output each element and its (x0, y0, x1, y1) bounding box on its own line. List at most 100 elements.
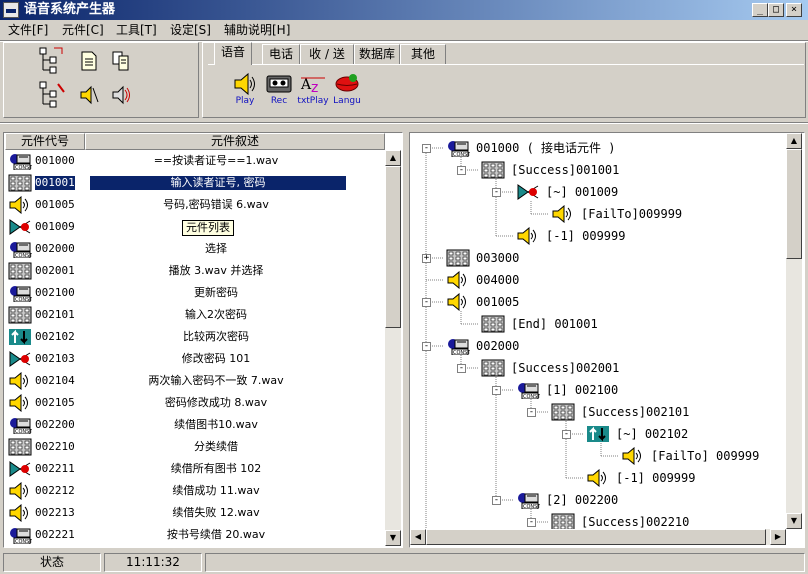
list-item[interactable]: 002001 播放 3.wav 并选择 (6, 260, 344, 282)
menu-help[interactable]: 辅助说明[H] (224, 22, 290, 38)
list-item[interactable]: CONST 002000 选择 (6, 238, 344, 260)
tree-node-label: [1] 002100 (546, 383, 619, 397)
list-item[interactable]: CONST 002221 按书号续借 20.wav (6, 524, 344, 546)
tree-scroll-up-button[interactable]: ▲ (786, 133, 802, 149)
grid-component-icon (8, 262, 32, 280)
status-message (205, 553, 805, 572)
tab-other[interactable]: 其他 (400, 44, 446, 64)
tree-scroll-thumb[interactable] (786, 149, 802, 259)
list-item-description: 输入读者证号, 密码 (90, 176, 346, 190)
tree-edit-icon[interactable] (38, 80, 66, 111)
tree-scroll-right-button[interactable]: ▶ (770, 529, 786, 545)
txtplay-button[interactable]: Az txtPlay (295, 72, 331, 112)
list-item-code: 001009 (35, 220, 75, 233)
list-item-code: 002000 (35, 242, 75, 255)
phone-component-icon: CONST (446, 337, 471, 356)
collapse-icon[interactable]: - (457, 364, 466, 373)
tree-scroll-left-button[interactable]: ◀ (410, 529, 426, 545)
collapse-icon[interactable]: - (422, 144, 431, 153)
menu-file[interactable]: 文件[F] (8, 22, 48, 38)
menu-component[interactable]: 元件[C] (62, 22, 104, 38)
list-item[interactable]: 002212 续借成功 11.wav (6, 480, 344, 502)
expand-icon[interactable]: + (422, 254, 431, 263)
list-item-description: 续借失败 12.wav (172, 506, 260, 519)
rec-label: Rec (270, 96, 288, 106)
list-item[interactable]: 001009 (6, 216, 344, 238)
tree-node-label: 002000 (476, 339, 520, 353)
status-clock: 11:11:32 (104, 553, 202, 572)
list-item[interactable]: 002104 两次输入密码不一致 7.wav (6, 370, 344, 392)
app-icon[interactable] (3, 2, 19, 18)
column-header-description[interactable]: 元件叙述 (85, 133, 385, 150)
list-item-code: 002104 (35, 374, 75, 387)
fork-component-icon (516, 183, 540, 201)
list-item[interactable]: 002211 续借所有图书 102 (6, 458, 344, 480)
copy-tool-icon[interactable] (110, 50, 132, 75)
collapse-icon[interactable]: - (527, 408, 536, 417)
rec-button[interactable]: Rec (261, 72, 297, 112)
sound-settings-icon[interactable] (110, 84, 132, 109)
collapse-icon[interactable]: - (492, 496, 501, 505)
tree-hscroll-thumb[interactable] (426, 529, 766, 545)
tab-phone[interactable]: 电话 (262, 44, 300, 64)
grid-component-icon (551, 513, 575, 529)
list-item[interactable]: 002102 比较两次密码 (6, 326, 344, 348)
collapse-icon[interactable]: - (492, 188, 501, 197)
list-item-code: 002210 (35, 440, 75, 453)
phone-component-icon: CONST (8, 284, 33, 303)
list-item[interactable]: CONST 002100 更新密码 (6, 282, 344, 304)
collapse-icon[interactable]: - (422, 342, 431, 351)
component-tree[interactable]: CONST 001000 ( 接电话元件 ) - [Success]001001 - [~… (410, 133, 786, 529)
tree-tool-icon[interactable] (38, 46, 66, 77)
tab-send-receive[interactable]: 收 / 送 (300, 44, 354, 64)
tree-node-label: [-1] 009999 (546, 229, 626, 243)
collapse-icon[interactable]: - (527, 518, 536, 527)
minimize-button[interactable]: _ (752, 3, 768, 17)
grid-component-icon (8, 306, 32, 324)
lips-icon (335, 74, 359, 92)
play-button[interactable]: Play (227, 72, 263, 112)
list-item[interactable]: CONST 002200 续借图书10.wav (6, 414, 344, 436)
list-item-code: 002101 (35, 308, 75, 321)
list-item-description: 续借所有图书 102 (170, 462, 262, 475)
language-button[interactable]: Langu (329, 72, 365, 112)
menu-bar: 文件[F] 元件[C] 工具[T] 设定[S] 辅助说明[H] (0, 20, 808, 40)
list-item[interactable]: 002210 分类续借 (6, 436, 344, 458)
phone-component-icon: CONST (8, 526, 33, 545)
scroll-up-button[interactable]: ▲ (385, 150, 401, 166)
scroll-thumb[interactable] (385, 166, 401, 328)
list-item[interactable]: 001005 号码,密码错误 6.wav (6, 194, 344, 216)
list-item[interactable]: 002213 续借失败 12.wav (6, 502, 344, 524)
list-item[interactable]: 002105 密码修改成功 8.wav (6, 392, 344, 414)
collapse-icon[interactable]: - (562, 430, 571, 439)
window-title: 语音系统产生器 (24, 2, 116, 17)
list-item-description: 修改密码 101 (181, 352, 251, 365)
scroll-down-button[interactable]: ▼ (385, 530, 401, 546)
menu-tools[interactable]: 工具[T] (116, 22, 157, 38)
list-item-code: 001005 (35, 198, 75, 211)
component-list[interactable]: CONST 001000 ==按读者证号==1.wav 001001 输入读者证号, 密… (0, 150, 385, 546)
list-item-description: 续借图书10.wav (174, 418, 258, 431)
list-item-description: ==按读者证号==1.wav (153, 154, 279, 167)
tree-scroll-down-button[interactable]: ▼ (786, 513, 802, 529)
close-button[interactable]: × (786, 3, 802, 17)
list-item[interactable]: 002101 输入2次密码 (6, 304, 344, 326)
column-header-code[interactable]: 元件代号 (5, 133, 85, 150)
collapse-icon[interactable]: - (457, 166, 466, 175)
maximize-button[interactable]: □ (768, 3, 784, 17)
collapse-icon[interactable]: - (422, 298, 431, 307)
sound-edit-icon[interactable] (78, 84, 100, 109)
list-item-description: 更新密码 (194, 286, 238, 299)
tree-node-label: [Success]002210 (581, 515, 690, 529)
tape-recorder-icon (266, 75, 292, 93)
list-item[interactable]: 001001 输入读者证号, 密码 (6, 172, 346, 194)
list-item[interactable]: CONST 001000 ==按读者证号==1.wav (6, 150, 344, 172)
tree-node-label: [Success]002101 (581, 405, 690, 419)
speaker-icon (234, 72, 255, 96)
collapse-icon[interactable]: - (492, 386, 501, 395)
list-item[interactable]: 002103 修改密码 101 (6, 348, 344, 370)
tab-voice[interactable]: 语音 (214, 42, 252, 65)
menu-settings[interactable]: 设定[S] (170, 22, 211, 38)
document-tool-icon[interactable] (78, 50, 100, 75)
tab-database[interactable]: 数据库 (354, 44, 400, 64)
